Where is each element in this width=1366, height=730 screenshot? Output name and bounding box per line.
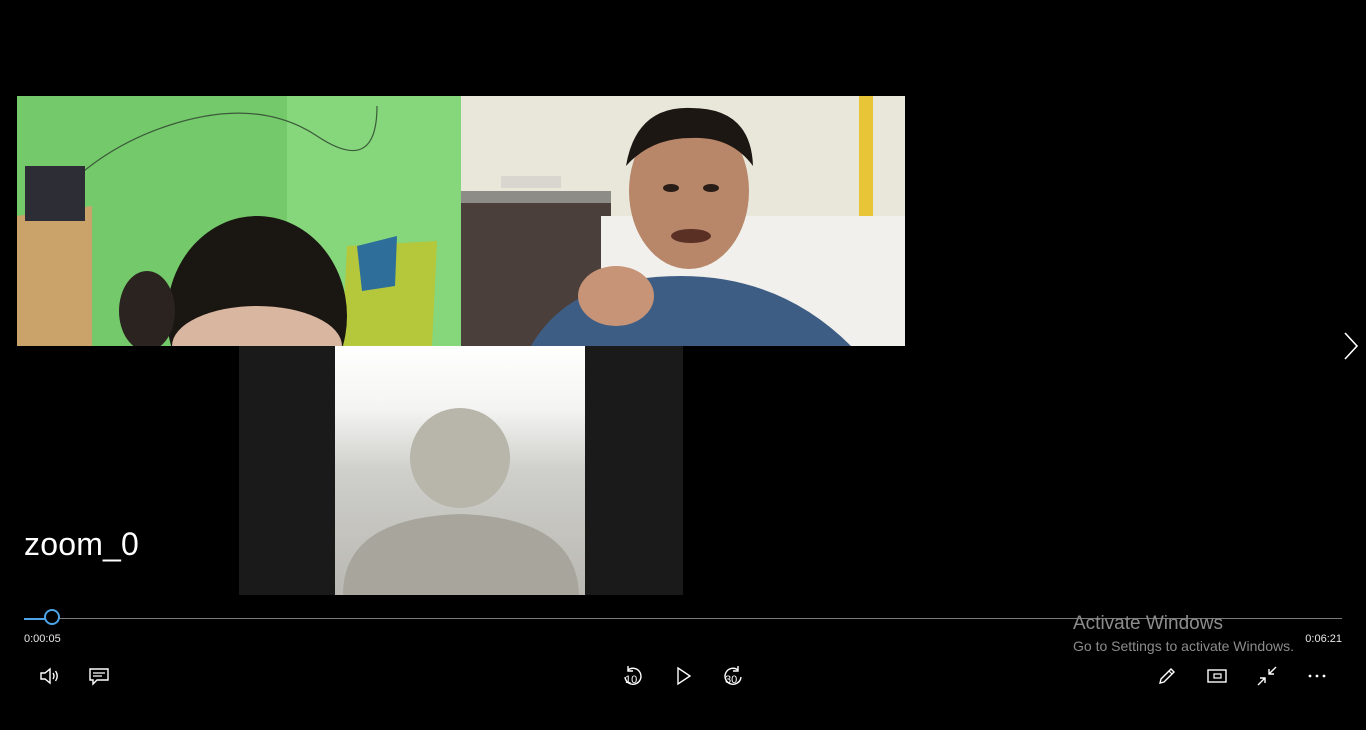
participant-video-3 — [239, 346, 683, 595]
seek-bar[interactable] — [24, 609, 1342, 626]
exit-fullscreen-icon — [1257, 666, 1277, 686]
video-title: zoom_0 — [24, 526, 140, 562]
next-video-arrow-icon[interactable] — [1336, 330, 1364, 362]
edit-button[interactable] — [1151, 660, 1183, 692]
play-icon — [677, 666, 692, 686]
volume-button[interactable] — [33, 660, 65, 692]
captions-icon — [89, 668, 109, 686]
captions-button[interactable] — [83, 660, 115, 692]
more-icon — [1308, 674, 1326, 678]
skip-back-button[interactable]: 10 — [617, 660, 649, 692]
skip-back-label: 10 — [625, 674, 638, 686]
total-time: 0:06:21 — [1305, 633, 1342, 645]
current-time: 0:00:05 — [24, 633, 61, 645]
mini-view-button[interactable] — [1201, 660, 1233, 692]
skip-forward-label: 30 — [725, 674, 738, 686]
volume-icon — [40, 667, 58, 685]
pencil-icon — [1159, 668, 1175, 684]
watermark-subtitle: Go to Settings to activate Windows. — [1073, 638, 1294, 654]
mini-view-icon — [1207, 669, 1227, 683]
skip-forward-button[interactable]: 30 — [717, 660, 749, 692]
seek-thumb[interactable] — [44, 609, 60, 625]
play-button[interactable] — [667, 660, 699, 692]
participant-video-2 — [461, 96, 905, 346]
participant-video-1 — [17, 96, 461, 346]
seek-rail — [24, 618, 1342, 619]
more-options-button[interactable] — [1301, 660, 1333, 692]
exit-fullscreen-button[interactable] — [1251, 660, 1283, 692]
